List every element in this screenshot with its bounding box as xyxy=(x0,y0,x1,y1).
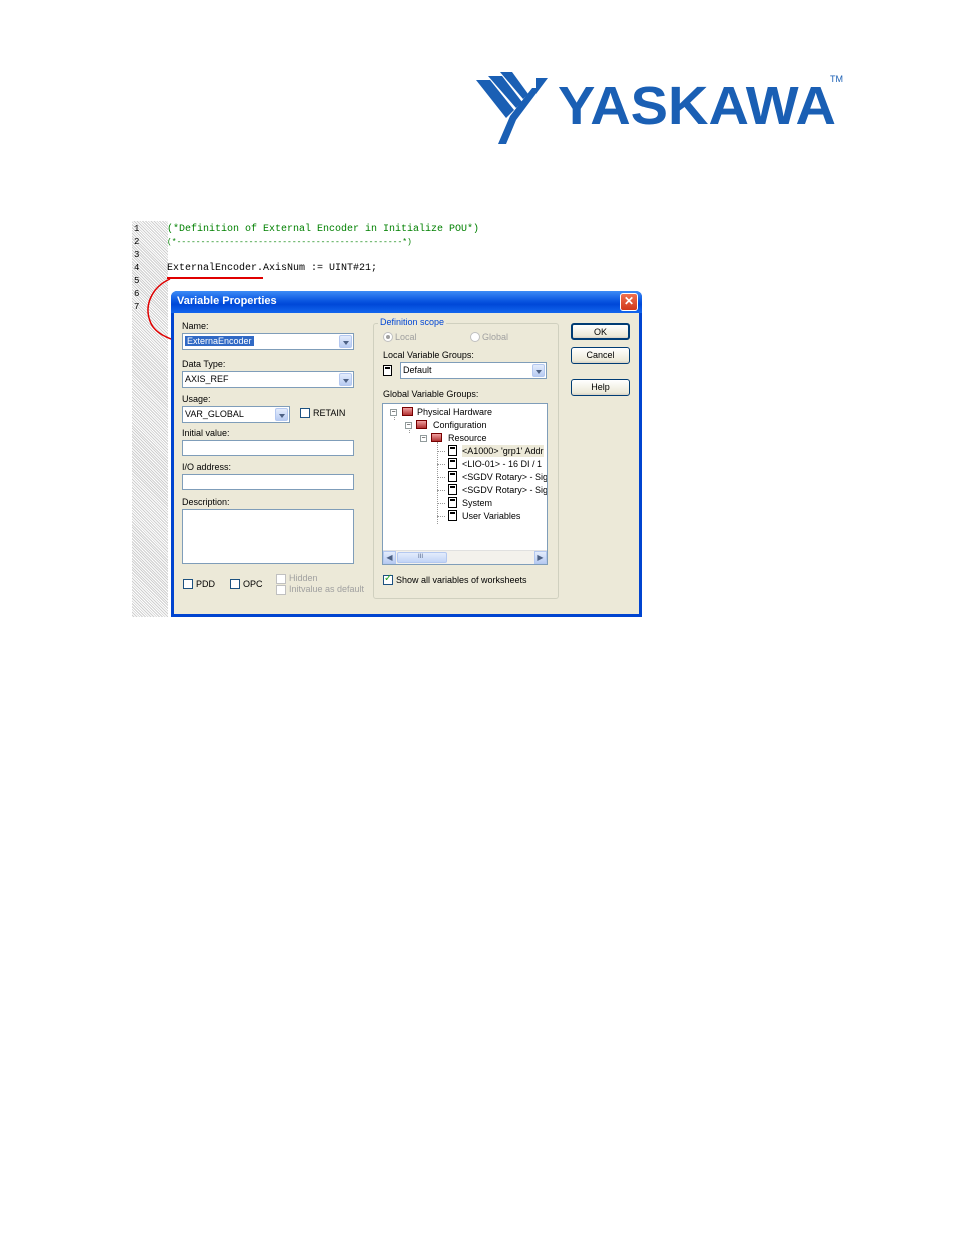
collapse-icon[interactable]: − xyxy=(390,409,397,416)
initvalue-default-checkbox[interactable] xyxy=(276,585,286,595)
initial-value-input[interactable] xyxy=(182,440,354,456)
chevron-down-icon[interactable] xyxy=(532,364,545,377)
collapse-icon[interactable]: − xyxy=(420,435,427,442)
code-separator-line: (*--------------------------------------… xyxy=(167,238,412,247)
tree-node[interactable]: <A1000> 'grp1' Addr xyxy=(462,445,544,457)
tree-node[interactable]: User Variables xyxy=(462,510,520,522)
local-label: Local xyxy=(395,332,417,342)
global-radio[interactable] xyxy=(470,332,480,342)
name-combo[interactable]: ExternaEncoder xyxy=(182,333,354,350)
data-type-label: Data Type: xyxy=(182,359,226,369)
hidden-label: Hidden xyxy=(289,573,318,583)
local-groups-value: Default xyxy=(403,365,432,375)
tree-node[interactable]: <SGDV Rotary> - Sig xyxy=(462,471,547,483)
usage-combo[interactable]: VAR_GLOBAL xyxy=(182,406,290,423)
line-number: 7 xyxy=(134,302,140,312)
group-icon xyxy=(383,365,392,376)
tree-node[interactable]: Configuration xyxy=(433,419,487,431)
usage-value: VAR_GLOBAL xyxy=(185,409,244,419)
definition-scope-label: Definition scope xyxy=(378,317,447,327)
description-label: Description: xyxy=(182,497,230,507)
tree-node[interactable]: Resource xyxy=(448,432,487,444)
chevron-down-icon[interactable] xyxy=(275,408,288,421)
collapse-icon[interactable]: − xyxy=(405,422,412,429)
close-icon[interactable]: ✕ xyxy=(620,293,638,311)
hidden-checkbox[interactable] xyxy=(276,574,286,584)
scroll-thumb-grip: III xyxy=(418,554,424,560)
folder-icon xyxy=(402,407,413,416)
tree-node[interactable]: <SGDV Rotary> - Sig xyxy=(462,484,547,496)
yaskawa-logo: YASKAWA TM xyxy=(476,72,846,150)
tree-node[interactable]: System xyxy=(462,497,492,509)
tree-node[interactable]: Physical Hardware xyxy=(417,406,492,418)
screenshot: 1 2 3 4 5 6 7 (*Definition of External E… xyxy=(132,221,642,617)
dialog-title: Variable Properties xyxy=(177,295,277,307)
help-button[interactable]: Help xyxy=(571,379,630,396)
line-number: 5 xyxy=(134,276,140,286)
logo-text: YASKAWA xyxy=(558,76,836,136)
line-number: 1 xyxy=(134,224,140,234)
code-assignment-line[interactable]: ExternalEncoder.AxisNum := UINT#21; xyxy=(167,262,377,275)
dialog-titlebar[interactable]: Variable Properties ✕ xyxy=(171,291,642,313)
name-value: ExternaEncoder xyxy=(185,336,254,346)
pdd-checkbox[interactable] xyxy=(183,579,193,589)
tree-node[interactable]: <LIO-01> - 16 DI / 1 xyxy=(462,458,542,470)
chevron-down-icon[interactable] xyxy=(339,335,352,348)
opc-checkbox[interactable] xyxy=(230,579,240,589)
global-label: Global xyxy=(482,332,509,342)
retain-label: RETAIN xyxy=(313,408,346,418)
line-number: 2 xyxy=(134,237,140,247)
variable-properties-dialog: Variable Properties ✕ Name: ExternaEncod… xyxy=(171,291,642,617)
cancel-button[interactable]: Cancel xyxy=(571,347,630,364)
initial-value-label: Initial value: xyxy=(182,428,230,438)
show-all-checkbox[interactable] xyxy=(383,573,393,585)
global-groups-tree[interactable]: − Physical Hardware − Configuration − Re… xyxy=(382,403,548,565)
local-groups-label: Local Variable Groups: xyxy=(383,350,474,360)
global-groups-label: Global Variable Groups: xyxy=(383,389,479,399)
line-number: 4 xyxy=(134,263,140,273)
tree-horizontal-scrollbar[interactable]: ◀ III ▶ xyxy=(383,550,547,564)
line-number: 3 xyxy=(134,250,140,260)
pdd-label: PDD xyxy=(196,579,216,589)
trademark: TM xyxy=(830,74,843,84)
folder-icon xyxy=(431,433,442,442)
line-number: 6 xyxy=(134,289,140,299)
io-address-input[interactable] xyxy=(182,474,354,490)
usage-label: Usage: xyxy=(182,394,211,404)
hardware-icon xyxy=(448,510,457,521)
local-groups-combo[interactable]: Default xyxy=(400,362,547,379)
opc-label: OPC xyxy=(243,579,263,589)
scroll-thumb[interactable]: III xyxy=(397,552,447,563)
hardware-icon xyxy=(448,445,457,456)
name-label: Name: xyxy=(182,321,209,331)
dialog-client: Name: ExternaEncoder Data Type: AXIS_REF… xyxy=(174,313,639,614)
data-type-value: AXIS_REF xyxy=(185,374,229,384)
hardware-icon xyxy=(448,471,457,482)
io-address-label: I/O address: xyxy=(182,462,232,472)
code-comment-line: (*Definition of External Encoder in Init… xyxy=(167,224,480,235)
scroll-left-icon[interactable]: ◀ xyxy=(383,551,396,564)
initvalue-default-label: Initvalue as default xyxy=(289,584,365,594)
chevron-down-icon[interactable] xyxy=(339,373,352,386)
hardware-icon xyxy=(448,484,457,495)
hardware-icon xyxy=(448,497,457,508)
ok-button[interactable]: OK xyxy=(571,323,630,340)
hardware-icon xyxy=(448,458,457,469)
description-textarea[interactable] xyxy=(182,509,354,564)
scroll-right-icon[interactable]: ▶ xyxy=(534,551,547,564)
retain-checkbox[interactable] xyxy=(300,408,310,418)
show-all-label: Show all variables of worksheets xyxy=(396,575,527,585)
data-type-combo[interactable]: AXIS_REF xyxy=(182,371,354,388)
local-radio[interactable] xyxy=(383,332,393,342)
folder-icon xyxy=(416,420,427,429)
